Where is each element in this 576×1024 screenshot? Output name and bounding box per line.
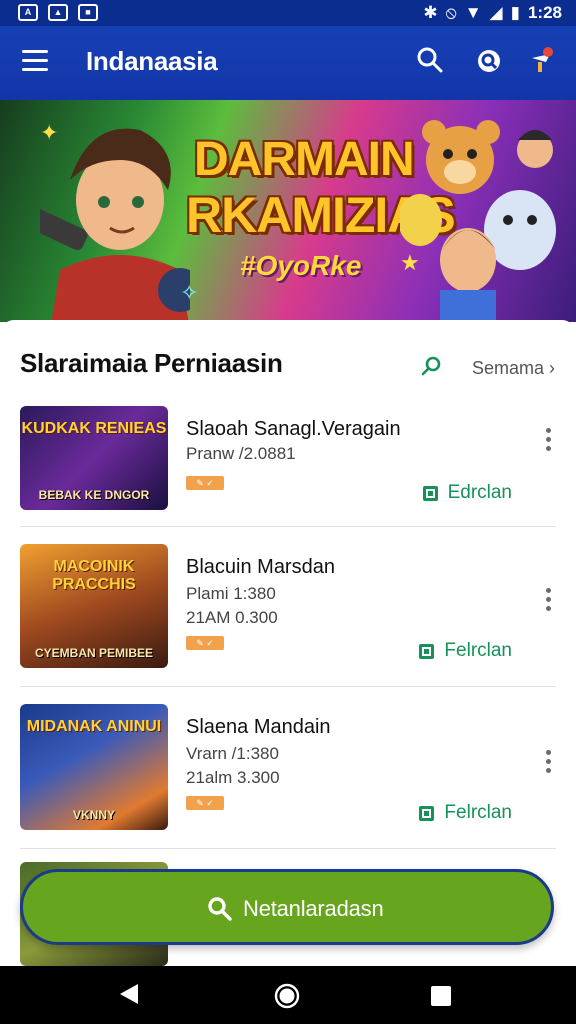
- tag-badge: ✎ ✓: [186, 796, 224, 810]
- edit-icon: [422, 485, 438, 501]
- edit-icon: [419, 805, 435, 821]
- thumbnail-title: MACOINIK PRACCHIS: [52, 558, 136, 593]
- home-icon[interactable]: [274, 983, 300, 1014]
- game-thumbnail: MACOINIK PRACCHIS CYEMBAN PEMIBEE: [20, 544, 168, 668]
- tag-badge: ✎ ✓: [186, 476, 224, 490]
- divider: [20, 686, 556, 687]
- item-meta-secondary: 21AM 0.300: [186, 608, 278, 627]
- more-options-icon[interactable]: [540, 588, 556, 615]
- star-icon: ✦: [40, 120, 59, 145]
- system-nav-bar: [0, 966, 576, 1024]
- divider: [20, 526, 556, 527]
- game-thumbnail: KUDKAK RENIEAS BEBAK KE DNGOR: [20, 406, 168, 510]
- battery-icon: ▮: [510, 3, 520, 22]
- alarm-icon: ✱: [423, 3, 438, 22]
- tag-badge: ✎ ✓: [186, 636, 224, 650]
- edit-icon: [419, 643, 435, 659]
- app-bar: Indanaasia: [0, 26, 576, 100]
- primary-action-label: Netanlaradasn: [243, 896, 384, 921]
- item-meta-secondary: 21alm 3.300: [186, 768, 280, 787]
- settings-icon[interactable]: [474, 46, 504, 81]
- notification-icon[interactable]: [528, 46, 554, 81]
- thumbnail-title: MIDANAK ANINUI: [26, 718, 162, 735]
- promo-banner[interactable]: ✦ ★ ✧ DARMAIN RKAMIZIAS #OyoRke: [0, 100, 576, 322]
- notification-icon: A: [18, 4, 38, 21]
- more-options-icon[interactable]: [540, 428, 556, 455]
- section-title: Slaraimaia Perniaasin: [20, 348, 283, 378]
- thumbnail-subtitle: CYEMBAN PEMIBEE: [34, 646, 153, 660]
- divider: [20, 848, 556, 849]
- star-icon: ✧: [180, 280, 199, 305]
- hero-character-image: [40, 128, 190, 322]
- mascot-characters-image: [400, 120, 556, 322]
- action-label: Edrclan: [447, 482, 512, 503]
- primary-action-button[interactable]: Netanlaradasn: [20, 869, 554, 945]
- item-name: Blacuin Marsdan: [186, 556, 335, 578]
- search-icon[interactable]: [416, 46, 444, 79]
- item-meta: Plami 1:380: [186, 584, 276, 603]
- action-button[interactable]: Felrclan: [419, 802, 512, 824]
- thumbnail-subtitle: VKNNY: [72, 808, 115, 822]
- back-icon[interactable]: [118, 982, 140, 1011]
- signal-icon: ◢: [489, 3, 503, 22]
- app-title: Indanaasia: [86, 46, 218, 76]
- item-name: Slaoah Sanagl.Veragain: [186, 418, 401, 440]
- image-icon: ▲: [48, 4, 68, 21]
- action-button[interactable]: Felrclan: [419, 640, 512, 662]
- chevron-right-icon: ›: [544, 358, 556, 378]
- list-item[interactable]: MIDANAK ANINUI VKNNY Slaena Mandain Vrar…: [20, 704, 556, 844]
- recents-icon[interactable]: [430, 985, 452, 1012]
- menu-icon[interactable]: [22, 50, 48, 74]
- thumbnail-subtitle: BEBAK KE DNGOR: [38, 488, 150, 502]
- status-time: 1:28: [527, 3, 562, 22]
- vibrate-icon: ⦸: [445, 3, 457, 22]
- message-icon: ■: [78, 4, 98, 21]
- list-item[interactable]: MACOINIK PRACCHIS CYEMBAN PEMIBEE Blacui…: [20, 544, 556, 684]
- list-item[interactable]: KUDKAK RENIEAS BEBAK KE DNGOR Slaoah San…: [20, 406, 556, 546]
- item-meta: Pranw /2.0881: [186, 444, 296, 463]
- see-all-label: Semama: [472, 358, 545, 378]
- item-meta: Vrarn /1:380: [186, 744, 279, 763]
- status-bar: A ▲ ■ ✱ ⦸ ▼ ◢ ▮ 1:28: [0, 0, 576, 26]
- wifi-icon: ▼: [464, 3, 482, 22]
- banner-title-line1: DARMAIN: [194, 133, 415, 186]
- section-search-icon[interactable]: [420, 354, 444, 383]
- banner-hashtag: #OyoRke: [240, 250, 362, 281]
- action-label: Felrclan: [444, 640, 512, 661]
- search-icon: [208, 897, 232, 921]
- item-name: Slaena Mandain: [186, 716, 331, 738]
- see-all-link[interactable]: Semama ›: [472, 358, 555, 379]
- game-thumbnail: MIDANAK ANINUI VKNNY: [20, 704, 168, 830]
- action-label: Felrclan: [444, 802, 512, 823]
- more-options-icon[interactable]: [540, 750, 556, 777]
- thumbnail-title: KUDKAK RENIEAS: [21, 420, 167, 437]
- action-button[interactable]: Edrclan: [422, 482, 512, 504]
